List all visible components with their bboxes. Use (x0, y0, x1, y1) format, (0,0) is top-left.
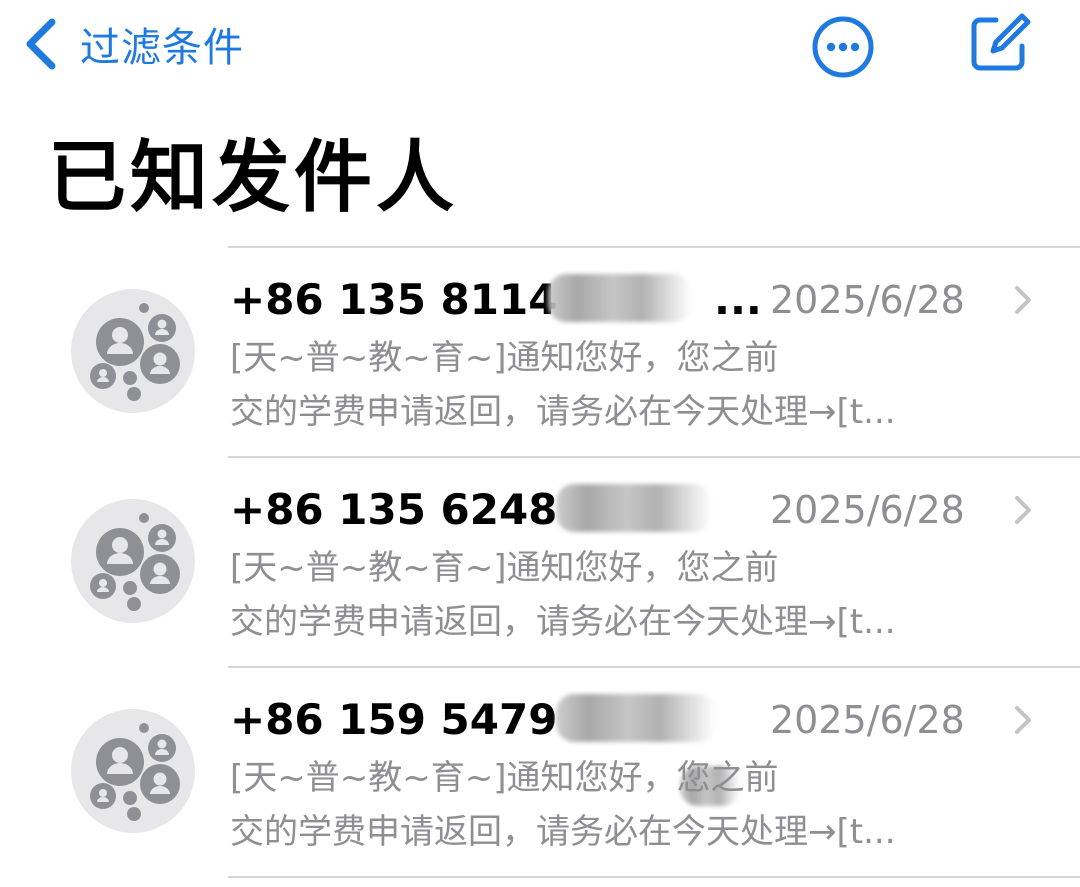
message-date: 2025/6/28 (770, 698, 965, 742)
group-avatar-icon (71, 709, 195, 833)
back-button-label: 过滤条件 (80, 25, 244, 71)
compose-icon (971, 13, 1031, 71)
group-avatar-icon (71, 499, 195, 623)
navigation-bar: 过滤条件 (0, 0, 1080, 100)
chevron-right-icon (1015, 706, 1031, 734)
chevron-left-icon (26, 18, 56, 70)
message-preview-line1: [天~普~教~育~]通知您好，您之前 (230, 758, 779, 798)
page-title: 已知发件人 (48, 133, 459, 223)
message-preview-line2: 交的学费申请返回，请务必在今天处理→[t... (230, 812, 896, 852)
sender-ellipsis: ... (714, 275, 762, 324)
message-preview-line1: [天~普~教~育~]通知您好，您之前 (230, 338, 779, 378)
redaction-blur (548, 274, 692, 322)
message-date: 2025/6/28 (770, 488, 965, 532)
back-button[interactable]: 过滤条件 (20, 14, 244, 74)
chevron-right-icon (1015, 286, 1031, 314)
message-preview-line2: 交的学费申请返回，请务必在今天处理→[t... (230, 392, 896, 432)
row-divider (228, 876, 1080, 878)
message-preview-line1: [天~普~教~育~]通知您好，您之前 (230, 548, 779, 588)
chevron-right-icon (1015, 496, 1031, 524)
compose-button[interactable] (966, 10, 1032, 76)
ellipsis-circle-icon (812, 16, 874, 78)
more-button[interactable] (810, 14, 876, 80)
message-row[interactable]: +86 159 5479 2025/6/28 [天~普~教~育~]通知您好，您之… (0, 668, 1080, 878)
message-row[interactable]: +86 135 8114 ... 2025/6/28 [天~普~教~育~]通知您… (0, 248, 1080, 458)
message-row[interactable]: +86 135 6248 2025/6/28 [天~普~教~育~]通知您好，您之… (0, 458, 1080, 668)
redaction-blur (556, 694, 716, 742)
group-avatar-icon (71, 289, 195, 413)
message-preview-line2: 交的学费申请返回，请务必在今天处理→[t... (230, 602, 896, 642)
message-date: 2025/6/28 (770, 278, 965, 322)
redaction-blur (556, 484, 712, 532)
